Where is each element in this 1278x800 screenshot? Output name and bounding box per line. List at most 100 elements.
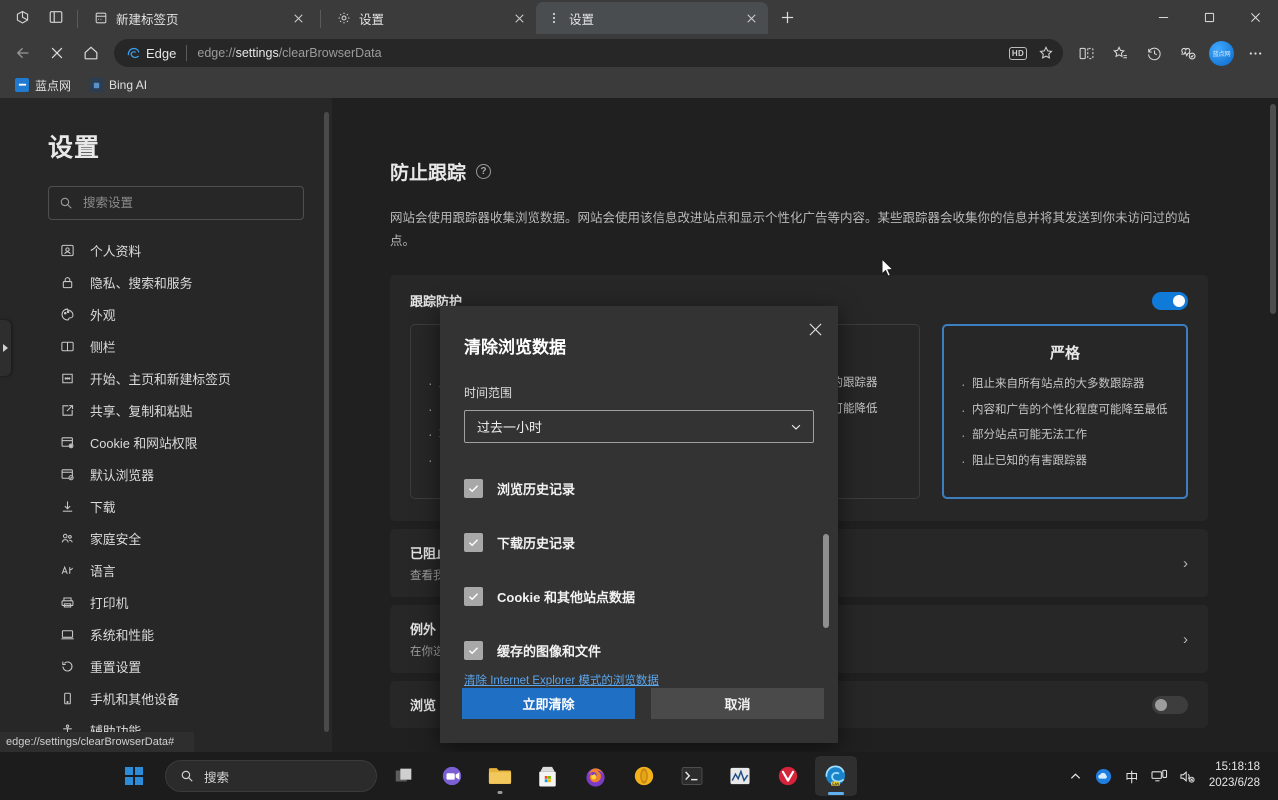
tab-search-icon[interactable] [6,2,38,32]
ellipsis-icon[interactable] [1238,38,1272,68]
clock-date: 2023/6/28 [1209,776,1260,792]
checkbox-checked-icon[interactable] [464,587,483,606]
tab-title: 设置 [569,9,734,28]
tab-close-button[interactable] [288,8,308,28]
close-window-button[interactable] [1232,0,1278,34]
search-icon [180,769,194,783]
page-content: 设置 个人资料 隐私、搜索和服务 外观 [0,98,1278,752]
back-arrow-icon[interactable] [6,38,40,68]
checkbox-row-browsing-history[interactable]: 浏览历史记录 [464,461,814,515]
checkbox-label: 缓存的图像和文件 [497,641,601,660]
tab-close-button[interactable] [741,8,761,28]
checkbox-row-cached-files[interactable]: 缓存的图像和文件 [464,623,814,677]
tab-new-tab-page[interactable]: 新建标签页 [83,2,315,34]
bookmark-label: Bing AI [109,78,147,92]
tab-title: 新建标签页 [116,9,281,28]
checkbox-label: 浏览历史记录 [497,479,575,498]
omnibox-divider [186,45,187,61]
chevron-down-icon [789,420,803,434]
checkbox-checked-icon[interactable] [464,479,483,498]
browser-essentials-icon[interactable] [1171,38,1205,68]
time-range-value: 过去一小时 [477,417,542,436]
address-bar[interactable]: Edge edge://settings/clearBrowserData HD [114,39,1063,67]
browser-window: 新建标签页 设置 [0,0,1278,800]
ime-label: 中 [1125,767,1138,786]
mouse-cursor [881,258,895,283]
url-prefix: edge:// [197,46,235,60]
taskbar-search-placeholder: 搜索 [204,767,229,786]
browser-toolbar: Edge edge://settings/clearBrowserData HD [0,34,1278,72]
bookmarks-bar: 蓝点网 Bing AI [0,72,1278,98]
task-view-icon[interactable] [383,756,425,796]
firefox-icon[interactable] [575,756,617,796]
opera-icon[interactable] [623,756,665,796]
edge-canary-icon[interactable]: CAN [815,756,857,796]
time-range-select[interactable]: 过去一小时 [464,410,814,443]
tab-settings-active[interactable]: 设置 [536,2,768,34]
stop-loading-icon[interactable] [40,38,74,68]
dialog-title: 清除浏览数据 [440,306,838,358]
edge-brand: Edge [126,46,176,61]
url-suffix: /clearBrowserData [279,46,382,60]
omnibox-actions: HD [1005,41,1059,65]
clear-ie-mode-data-link[interactable]: 清除 Internet Explorer 模式的浏览数据 [464,672,659,688]
split-screen-icon[interactable] [1069,38,1103,68]
history-icon[interactable] [1137,38,1171,68]
tabstrip-left-controls [0,0,72,34]
url-bold: settings [236,46,279,60]
close-icon[interactable] [798,312,832,346]
dialog-scrollbar[interactable] [823,534,829,628]
minimize-button[interactable] [1140,0,1186,34]
checkbox-row-download-history[interactable]: 下载历史记录 [464,515,814,569]
bookmark-item-landian[interactable]: 蓝点网 [8,74,78,97]
url-text: edge://settings/clearBrowserData [197,46,1005,60]
bookmark-favicon [15,78,29,92]
clear-now-button[interactable]: 立即清除 [462,688,635,719]
hd-badge-icon[interactable]: HD [1005,41,1031,65]
checkbox-checked-icon[interactable] [464,641,483,660]
tabstrip-divider [320,10,321,28]
onedrive-icon[interactable] [1091,756,1117,796]
tab-settings-inactive[interactable]: 设置 [326,2,536,34]
status-bar-text: edge://settings/clearBrowserData# [6,736,174,748]
maximize-button[interactable] [1186,0,1232,34]
home-icon[interactable] [74,38,108,68]
cancel-button[interactable]: 取消 [651,688,824,719]
window-controls [1140,0,1278,34]
bookmark-item-bing-ai[interactable]: Bing AI [82,75,154,95]
microsoft-store-icon[interactable] [527,756,569,796]
checkbox-row-cookies[interactable]: Cookie 和其他站点数据 [464,569,814,623]
volume-muted-icon[interactable] [1175,756,1201,796]
task-manager-icon[interactable] [719,756,761,796]
taskbar-clock[interactable]: 15:18:18 2023/6/28 [1203,760,1268,791]
checkbox-checked-icon[interactable] [464,533,483,552]
more-vertical-icon [546,10,562,26]
taskbar-search[interactable]: 搜索 [165,760,377,792]
star-icon[interactable] [1033,41,1059,65]
ime-indicator[interactable]: 中 [1119,756,1145,796]
clock-time: 15:18:18 [1209,760,1260,776]
collections-icon[interactable] [1103,38,1137,68]
bookmark-label: 蓝点网 [35,77,71,94]
tab-title: 设置 [359,9,502,28]
terminal-icon[interactable] [671,756,713,796]
tabstrip-divider [77,10,78,28]
vertical-tabs-icon[interactable] [40,2,72,32]
file-explorer-icon[interactable] [479,756,521,796]
tab-close-button[interactable] [509,8,529,28]
vivaldi-icon[interactable] [767,756,809,796]
avatar-label: 蓝点网 [1213,49,1231,58]
windows-start-icon[interactable] [113,756,155,796]
edge-brand-label: Edge [146,46,176,61]
new-tab-button[interactable] [772,2,802,32]
network-icon[interactable] [1147,756,1173,796]
avatar[interactable]: 蓝点网 [1209,41,1234,66]
time-range-label: 时间范围 [464,384,814,401]
newtab-icon [93,10,109,26]
svg-text:CAN: CAN [832,781,840,785]
dialog-actions: 立即清除 取消 [462,688,824,719]
checkbox-label: 下载历史记录 [497,533,575,552]
teams-icon[interactable] [431,756,473,796]
data-type-checklist: 浏览历史记录 下载历史记录 Cookie 和其他站点数据 [464,461,814,677]
show-hidden-icons-icon[interactable] [1063,756,1089,796]
